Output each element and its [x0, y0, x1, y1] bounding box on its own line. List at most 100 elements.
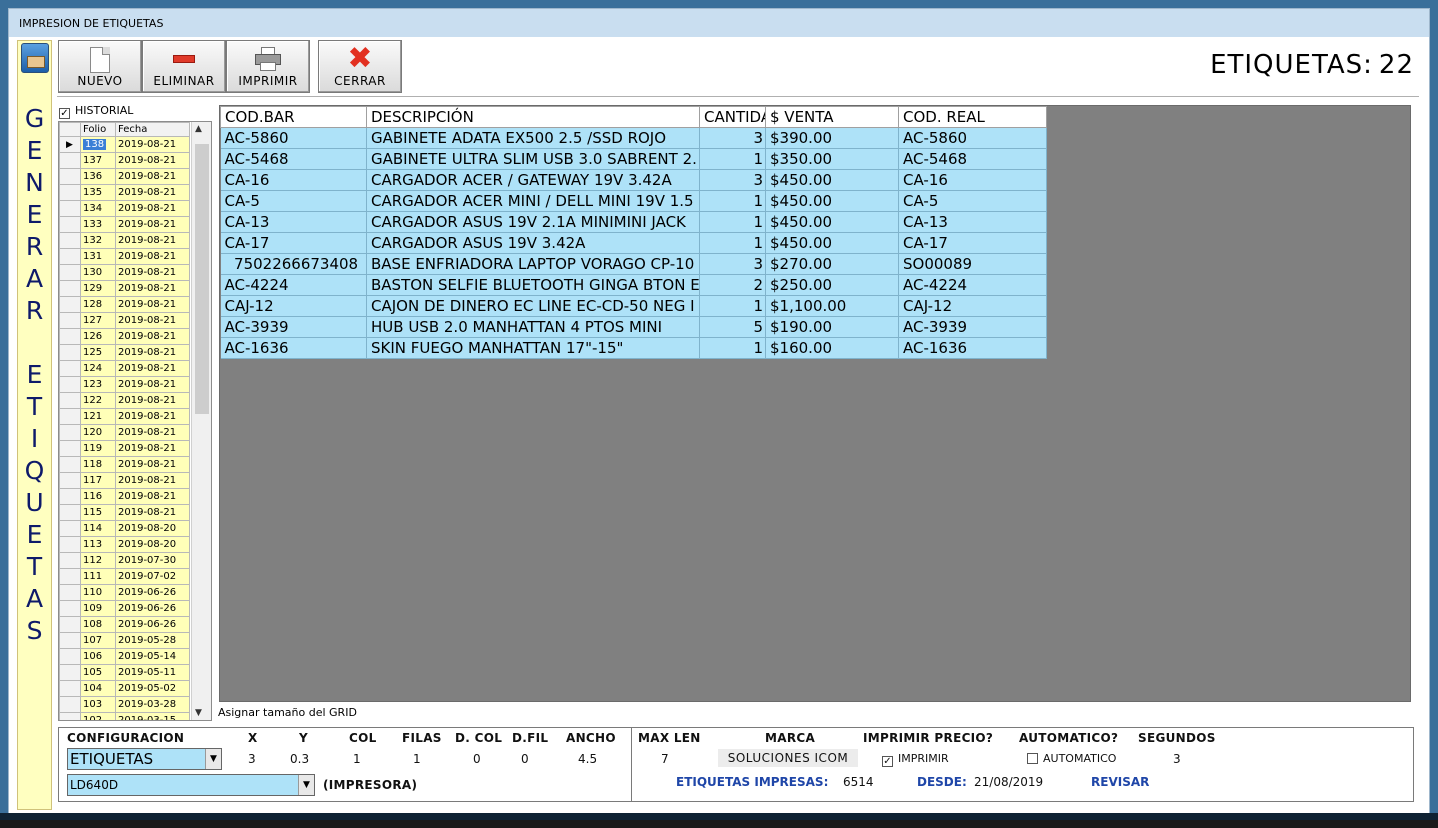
grid-cell-codreal[interactable]: CAJ-12: [898, 295, 1047, 317]
historial-row[interactable]: 112 2019-07-30: [59, 552, 190, 569]
historial-row[interactable]: 120 2019-08-21: [59, 424, 190, 441]
grid-row[interactable]: AC-3939 HUB USB 2.0 MANHATTAN 4 PTOS MINI…: [220, 316, 1047, 338]
historial-row[interactable]: 126 2019-08-21: [59, 328, 190, 345]
historial-row[interactable]: 105 2019-05-11: [59, 664, 190, 681]
grid-row[interactable]: CAJ-12 CAJON DE DINERO EC LINE EC-CD-50 N…: [220, 295, 1047, 317]
grid-cell-venta[interactable]: $160.00: [765, 337, 899, 359]
scroll-up-icon[interactable]: ▲: [195, 124, 202, 134]
historial-row[interactable]: 124 2019-08-21: [59, 360, 190, 377]
historial-row[interactable]: 106 2019-05-14: [59, 648, 190, 665]
grid-row[interactable]: AC-5468 GABINETE ULTRA SLIM USB 3.0 SABRE…: [220, 148, 1047, 170]
grid-cell-venta[interactable]: $390.00: [765, 127, 899, 149]
row-selector[interactable]: [59, 168, 81, 185]
historial-scrollbar[interactable]: ▲ ▼: [191, 122, 211, 720]
row-selector[interactable]: [59, 360, 81, 377]
scroll-down-icon[interactable]: ▼: [195, 708, 202, 718]
historial-row[interactable]: 115 2019-08-21: [59, 504, 190, 521]
grid-cell-codbar[interactable]: CA-5: [220, 190, 367, 212]
grid-cell-codbar[interactable]: 7502266673408: [220, 253, 367, 275]
grid-row[interactable]: CA-13 CARGADOR ASUS 19V 2.1A MINIMINI JAC…: [220, 211, 1047, 233]
grid-cell-cantidad[interactable]: 3: [699, 169, 766, 191]
grid-cell-codbar[interactable]: CAJ-12: [220, 295, 367, 317]
row-selector[interactable]: [59, 392, 81, 409]
grid-header-venta[interactable]: $ VENTA: [765, 106, 899, 128]
historial-row[interactable]: 136 2019-08-21: [59, 168, 190, 185]
historial-row[interactable]: 104 2019-05-02: [59, 680, 190, 697]
row-selector[interactable]: [59, 536, 81, 553]
grid-cell-venta[interactable]: $250.00: [765, 274, 899, 296]
row-selector[interactable]: [59, 488, 81, 505]
row-selector[interactable]: [59, 248, 81, 265]
row-selector[interactable]: [59, 232, 81, 249]
historial-row[interactable]: 114 2019-08-20: [59, 520, 190, 537]
chevron-down-icon[interactable]: ▼: [298, 775, 314, 795]
row-selector[interactable]: [59, 568, 81, 585]
grid-cell-venta[interactable]: $450.00: [765, 190, 899, 212]
historial-row[interactable]: 102 2019-03-15: [59, 712, 190, 720]
row-selector[interactable]: [59, 152, 81, 169]
row-selector[interactable]: [59, 696, 81, 713]
grid-cell-venta[interactable]: $1,100.00: [765, 295, 899, 317]
grid-cell-descripcion[interactable]: BASTON SELFIE BLUETOOTH GINGA BTON E: [366, 274, 700, 296]
row-selector[interactable]: [59, 680, 81, 697]
grid-row[interactable]: CA-16 CARGADOR ACER / GATEWAY 19V 3.42A 3 $…: [220, 169, 1047, 191]
grid-cell-descripcion[interactable]: CARGADOR ACER / GATEWAY 19V 3.42A: [366, 169, 700, 191]
grid-cell-venta[interactable]: $190.00: [765, 316, 899, 338]
row-selector[interactable]: [59, 376, 81, 393]
row-selector[interactable]: [59, 328, 81, 345]
historial-row[interactable]: 130 2019-08-21: [59, 264, 190, 281]
grid-cell-codreal[interactable]: CA-5: [898, 190, 1047, 212]
marca-field[interactable]: SOLUCIONES ICOM: [718, 749, 858, 767]
historial-row[interactable]: 119 2019-08-21: [59, 440, 190, 457]
historial-row[interactable]: 131 2019-08-21: [59, 248, 190, 265]
grid-cell-venta[interactable]: $450.00: [765, 232, 899, 254]
historial-row[interactable]: 111 2019-07-02: [59, 568, 190, 585]
grid-cell-codreal[interactable]: CA-13: [898, 211, 1047, 233]
grid-cell-descripcion[interactable]: CARGADOR ASUS 19V 2.1A MINIMINI JACK: [366, 211, 700, 233]
historial-row[interactable]: 103 2019-03-28: [59, 696, 190, 713]
grid-cell-descripcion[interactable]: HUB USB 2.0 MANHATTAN 4 PTOS MINI: [366, 316, 700, 338]
historial-row[interactable]: 118 2019-08-21: [59, 456, 190, 473]
value-col[interactable]: 1: [353, 752, 361, 766]
value-ancho[interactable]: 4.5: [578, 752, 597, 766]
grid-cell-cantidad[interactable]: 5: [699, 316, 766, 338]
chevron-down-icon[interactable]: ▼: [205, 749, 221, 769]
grid-cell-cantidad[interactable]: 2: [699, 274, 766, 296]
revisar-link[interactable]: REVISAR: [1091, 775, 1149, 789]
grid-cell-descripcion[interactable]: GABINETE ULTRA SLIM USB 3.0 SABRENT 2.: [366, 148, 700, 170]
grid-cell-codbar[interactable]: AC-3939: [220, 316, 367, 338]
row-selector[interactable]: [59, 408, 81, 425]
grid-cell-descripcion[interactable]: GABINETE ADATA EX500 2.5 /SSD ROJO: [366, 127, 700, 149]
scroll-thumb[interactable]: [195, 144, 209, 414]
grid-cell-codreal[interactable]: SO00089: [898, 253, 1047, 275]
value-y[interactable]: 0.3: [290, 752, 309, 766]
value-filas[interactable]: 1: [413, 752, 421, 766]
row-selector[interactable]: [59, 552, 81, 569]
historial-row[interactable]: 113 2019-08-20: [59, 536, 190, 553]
value-dfil[interactable]: 0: [521, 752, 529, 766]
row-selector[interactable]: [59, 712, 81, 720]
grid-cell-cantidad[interactable]: 1: [699, 211, 766, 233]
row-selector[interactable]: [59, 520, 81, 537]
grid-row[interactable]: CA-5 CARGADOR ACER MINI / DELL MINI 19V 1…: [220, 190, 1047, 212]
grid-row[interactable]: 7502266673408 BASE ENFRIADORA LAPTOP VORA…: [220, 253, 1047, 275]
historial-row[interactable]: 107 2019-05-28: [59, 632, 190, 649]
grid-cell-codbar[interactable]: AC-5860: [220, 127, 367, 149]
row-selector[interactable]: [59, 216, 81, 233]
grid-cell-cantidad[interactable]: 3: [699, 253, 766, 275]
historial-row[interactable]: 135 2019-08-21: [59, 184, 190, 201]
grid-cell-cantidad[interactable]: 1: [699, 295, 766, 317]
grid-cell-venta[interactable]: $350.00: [765, 148, 899, 170]
grid-cell-codbar[interactable]: CA-16: [220, 169, 367, 191]
grid-cell-cantidad[interactable]: 1: [699, 148, 766, 170]
historial-row[interactable]: 125 2019-08-21: [59, 344, 190, 361]
automatico-checkbox[interactable]: AUTOMATICO: [1027, 752, 1116, 765]
imprimir-button[interactable]: IMPRIMIR: [226, 40, 310, 93]
grid-cell-codbar[interactable]: AC-4224: [220, 274, 367, 296]
grid-cell-cantidad[interactable]: 1: [699, 190, 766, 212]
row-selector[interactable]: [59, 664, 81, 681]
historial-row[interactable]: 122 2019-08-21: [59, 392, 190, 409]
grid-cell-codreal[interactable]: AC-4224: [898, 274, 1047, 296]
row-selector[interactable]: [59, 584, 81, 601]
row-selector[interactable]: [59, 440, 81, 457]
